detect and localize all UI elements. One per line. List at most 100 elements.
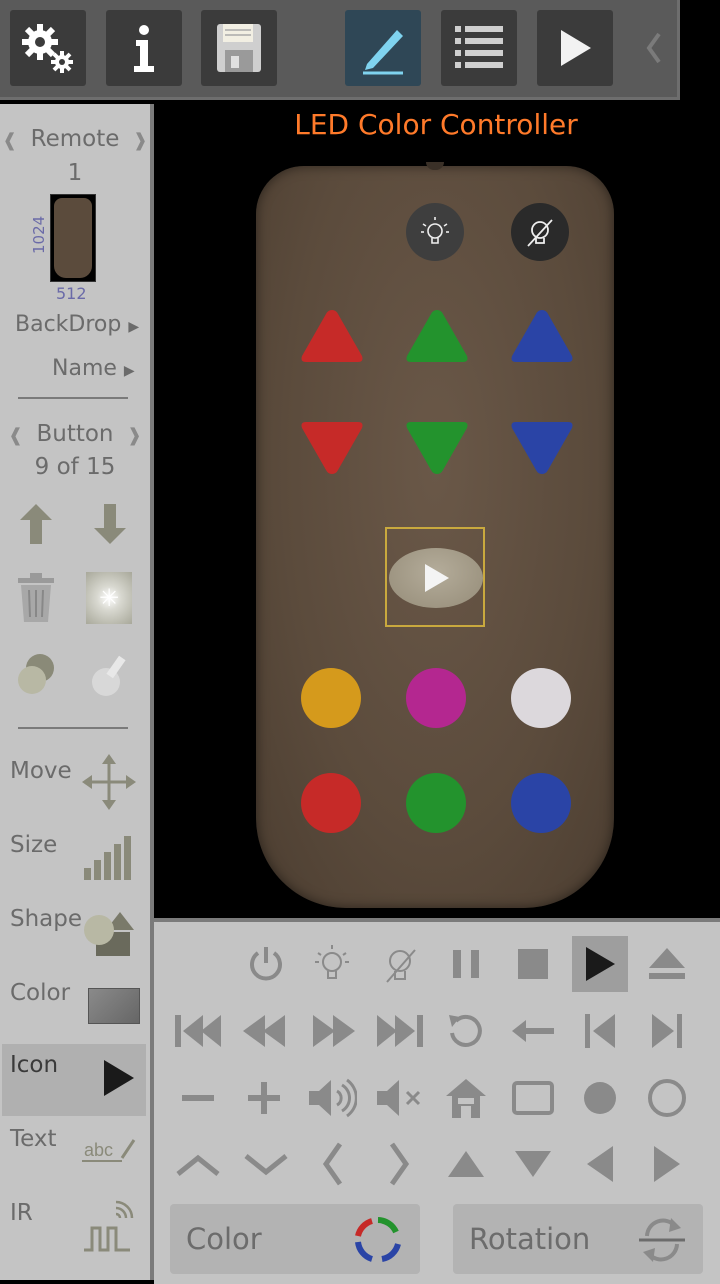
icon-option[interactable]: [438, 1003, 494, 1059]
chevron-left-icon[interactable]: ❰: [2, 130, 17, 151]
top-toolbar: [0, 0, 680, 100]
icon-option[interactable]: [639, 1003, 695, 1059]
tool-ir[interactable]: IR: [2, 1194, 146, 1266]
green-up-button[interactable]: [403, 306, 471, 366]
blue-up-button[interactable]: [508, 306, 576, 366]
save-button[interactable]: [201, 10, 277, 86]
icon-option[interactable]: [505, 1070, 561, 1126]
button-selector[interactable]: ❰ Button ❱: [0, 421, 150, 447]
run-button[interactable]: [537, 10, 613, 86]
toolbar-collapse[interactable]: [640, 20, 668, 76]
icon-option[interactable]: [372, 1070, 428, 1126]
home-icon: [446, 1079, 486, 1118]
icon-option[interactable]: [572, 1136, 628, 1192]
edit-button[interactable]: [345, 10, 421, 86]
name-menu[interactable]: Name ▶: [52, 356, 135, 381]
tool-shape[interactable]: Shape: [2, 900, 146, 972]
blue-down-button[interactable]: [508, 418, 576, 478]
chevron-right-icon[interactable]: ❱: [133, 130, 148, 151]
magenta-button[interactable]: [406, 668, 466, 728]
triangle-right-icon: [654, 1146, 680, 1182]
sparkle-icon: ✳: [98, 584, 120, 612]
white-button[interactable]: [511, 668, 571, 728]
tool-text[interactable]: Text abc: [2, 1120, 146, 1192]
tool-size[interactable]: Size: [2, 826, 146, 898]
icon-option[interactable]: [238, 1136, 294, 1192]
red-button[interactable]: [301, 773, 361, 833]
rotation-button[interactable]: Rotation: [453, 1204, 703, 1274]
icon-option-selected[interactable]: [572, 936, 628, 992]
icon-option[interactable]: [236, 1070, 292, 1126]
play-button[interactable]: [389, 548, 483, 608]
icon-option[interactable]: [572, 1070, 628, 1126]
play-icon: [425, 564, 449, 592]
svg-text:abc: abc: [84, 1140, 113, 1160]
icon-option[interactable]: [372, 1003, 428, 1059]
clear-button[interactable]: [86, 650, 132, 698]
icon-option[interactable]: [438, 936, 494, 992]
icon-option[interactable]: [170, 1003, 226, 1059]
icon-option[interactable]: [505, 1003, 561, 1059]
tool-move[interactable]: Move: [2, 752, 146, 824]
backdrop-menu[interactable]: BackDrop ▶: [15, 312, 139, 337]
remote-selector[interactable]: ❰ Remote ❱: [0, 126, 150, 152]
triangle-up-icon: [448, 1151, 484, 1177]
icon-option[interactable]: [372, 1136, 428, 1192]
icon-option[interactable]: [306, 1003, 362, 1059]
icon-option[interactable]: [505, 936, 561, 992]
move-up-button[interactable]: [14, 502, 58, 546]
icon-option[interactable]: [505, 1136, 561, 1192]
red-up-button[interactable]: [298, 306, 366, 366]
delete-button[interactable]: [12, 570, 60, 626]
fast-forward-icon: [313, 1015, 355, 1047]
circle-filled-icon: [584, 1082, 616, 1114]
tool-icon[interactable]: Icon: [2, 1044, 146, 1116]
stop-icon: [518, 949, 548, 979]
color-label: Color: [186, 1222, 262, 1256]
blue-button[interactable]: [511, 773, 571, 833]
backdrop-label: BackDrop: [15, 312, 122, 337]
list-button[interactable]: [441, 10, 517, 86]
icon-option[interactable]: [572, 1003, 628, 1059]
tool-color[interactable]: Color: [2, 974, 146, 1046]
icon-option[interactable]: [639, 1070, 695, 1126]
icon-option[interactable]: [372, 936, 428, 992]
icon-option[interactable]: [170, 1070, 226, 1126]
icon-option[interactable]: [304, 1136, 360, 1192]
icon-option[interactable]: [236, 1003, 292, 1059]
minus-icon: [182, 1095, 214, 1101]
chevron-left-icon[interactable]: ❰: [8, 425, 23, 446]
play-icon: [586, 947, 615, 981]
square-outline-icon: [512, 1081, 554, 1115]
icon-option[interactable]: [639, 936, 695, 992]
tool-label: Move: [10, 758, 72, 784]
move-down-button[interactable]: [88, 502, 132, 546]
icon-option[interactable]: [238, 936, 294, 992]
icon-option[interactable]: [170, 1136, 226, 1192]
green-down-button[interactable]: [403, 418, 471, 478]
highlight-button[interactable]: ✳: [86, 572, 132, 624]
icon-option[interactable]: [304, 936, 360, 992]
red-down-button[interactable]: [298, 418, 366, 478]
light-off-button[interactable]: [511, 203, 569, 261]
icon-option[interactable]: [639, 1136, 695, 1192]
duplicate-button[interactable]: [14, 650, 60, 698]
tool-label: Shape: [10, 906, 83, 932]
color-picker-button[interactable]: Color: [170, 1204, 420, 1274]
info-button[interactable]: [106, 10, 182, 86]
orange-button[interactable]: [301, 668, 361, 728]
icon-option[interactable]: [438, 1070, 494, 1126]
chevron-left-icon: [322, 1142, 343, 1186]
red-down-shape: [301, 422, 363, 474]
move-arrows-icon: [82, 754, 136, 810]
remote-thumbnail[interactable]: [50, 194, 96, 282]
chevron-right-icon[interactable]: ❱: [127, 425, 142, 446]
settings-button[interactable]: [10, 10, 86, 86]
green-button[interactable]: [406, 773, 466, 833]
pencil-icon: [363, 30, 403, 75]
light-on-button[interactable]: [406, 203, 464, 261]
bulb-on-icon: [315, 945, 349, 979]
color-wheel-icon: [355, 1217, 401, 1262]
icon-option[interactable]: [304, 1070, 360, 1126]
icon-option[interactable]: [438, 1136, 494, 1192]
